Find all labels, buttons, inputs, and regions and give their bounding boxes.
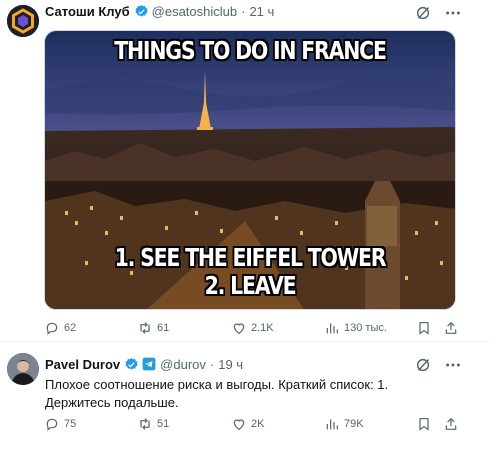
timestamp[interactable]: 19 ч <box>218 357 243 372</box>
verified-badge-icon <box>134 4 149 19</box>
repost-button[interactable]: 51 <box>137 416 169 432</box>
bookmark-button[interactable] <box>416 320 432 336</box>
author-handle[interactable]: @esatoshiclub <box>152 4 237 19</box>
heart-icon <box>233 323 245 335</box>
author-name[interactable]: Сатоши Клуб <box>45 4 130 19</box>
tweet-header: Сатоши Клуб @esatoshiclub · 21 ч <box>45 2 274 20</box>
reply-button[interactable]: 75 <box>44 416 76 432</box>
tweet-header: Pavel Durov @durov · 19 ч <box>45 355 243 373</box>
meme-caption-line2: 2. LEAVE <box>204 271 297 300</box>
separator-dot: · <box>209 356 215 372</box>
avatar-pavel-durov[interactable] <box>7 353 39 385</box>
tweet-controls <box>414 4 462 22</box>
like-count: 2.1K <box>251 322 274 334</box>
repost-button[interactable]: 61 <box>137 320 169 336</box>
bookmark-icon <box>419 418 429 431</box>
verified-badge-icon <box>124 357 139 372</box>
reply-icon <box>46 322 58 335</box>
share-button[interactable] <box>443 416 459 432</box>
like-count: 2K <box>251 418 265 430</box>
grok-icon[interactable] <box>414 356 432 374</box>
timestamp[interactable]: 21 ч <box>249 4 274 19</box>
views-count: 79K <box>344 418 364 430</box>
repost-count: 61 <box>157 322 170 334</box>
views-button[interactable]: 79K <box>324 416 364 432</box>
telegram-badge-icon <box>142 357 156 371</box>
tweet-actions: 75 51 2K 79K <box>44 416 462 436</box>
like-button[interactable]: 2K <box>231 416 264 432</box>
views-count: 130 тыс. <box>344 322 387 334</box>
reply-button[interactable]: 62 <box>44 320 76 336</box>
more-icon[interactable] <box>444 356 462 374</box>
repost-icon <box>140 322 150 334</box>
more-icon[interactable] <box>444 4 462 22</box>
reply-icon <box>46 418 58 431</box>
meme-caption-top: THINGS TO DO IN FRANCE <box>114 36 387 65</box>
tweet-text: Плохое соотношение риска и выгоды. Кратк… <box>45 377 389 410</box>
repost-count: 51 <box>157 418 170 430</box>
avatar-satoshi-club[interactable] <box>7 5 39 37</box>
tweet-actions: 62 61 2.1K 130 тыс. <box>44 320 462 340</box>
tweet-controls <box>414 356 462 374</box>
views-icon <box>326 419 338 430</box>
reply-count: 62 <box>64 322 77 334</box>
author-name[interactable]: Pavel Durov <box>45 357 120 372</box>
views-button[interactable]: 130 тыс. <box>324 320 387 336</box>
bookmark-icon <box>419 322 429 335</box>
bookmark-button[interactable] <box>416 416 432 432</box>
author-handle[interactable]: @durov <box>160 357 206 372</box>
share-button[interactable] <box>443 320 459 336</box>
meme-caption-line1: 1. SEE THE EIFFEL TOWER <box>114 243 387 272</box>
share-icon <box>445 321 457 334</box>
reply-count: 75 <box>64 418 77 430</box>
heart-icon <box>233 419 245 431</box>
separator-dot: · <box>241 3 246 19</box>
repost-icon <box>140 418 150 430</box>
share-icon <box>445 417 457 430</box>
grok-icon[interactable] <box>414 4 432 22</box>
views-icon <box>326 323 338 334</box>
tweet-media-image[interactable]: THINGS TO DO IN FRANCE 1. SEE THE EIFFEL… <box>44 30 456 310</box>
like-button[interactable]: 2.1K <box>231 320 274 336</box>
